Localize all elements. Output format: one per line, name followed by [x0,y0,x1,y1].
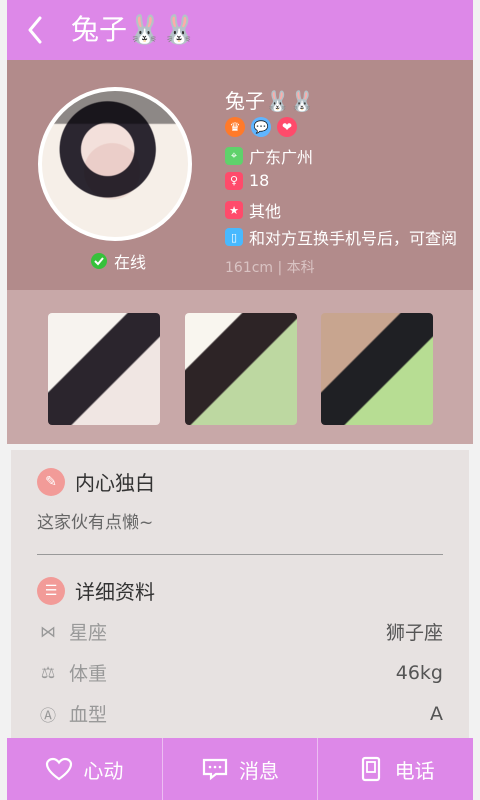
gallery-photo[interactable] [48,313,160,425]
profile-name: 兔子🐰🐰 [225,89,315,113]
check-icon [91,253,107,269]
list-icon: ☰ [37,576,65,605]
gallery-photo[interactable] [321,313,433,425]
weight-row: ⚖ 体重 46kg [37,659,443,686]
top-bar: 兔子🐰🐰 [7,0,473,60]
online-status: 在线 [91,249,146,273]
section-divider [37,554,443,555]
detailed-info-title: 详细资料 [75,580,155,604]
constellation-value: 狮子座 [385,622,443,644]
heart-outline-icon [45,755,73,783]
blood-type-label: 血型 [69,704,108,726]
badge-row: ♛ 💬 ❤ [225,117,297,137]
phone-button[interactable]: 电话 [317,738,473,800]
back-icon [28,16,42,44]
profile-card: 在线 兔子🐰🐰 ♛ 💬 ❤ ⌖ 广东广州 ♀ 18 ★ 其他 ▯ 和对方互换手机… [7,60,473,290]
chat-bubble-icon: 💬 [251,117,271,137]
message-label: 消息 [239,758,279,783]
page-title: 兔子🐰🐰 [71,13,197,46]
female-icon: ♀ [225,171,243,190]
age-row: ♀ 18 [225,171,269,190]
height-education: 161cm | 本科 [225,260,315,276]
blood-type-value: A [430,702,443,725]
app-screen: 兔子🐰🐰 在线 兔子🐰🐰 ♛ 💬 ❤ ⌖ 广东广州 ♀ 18 ★ 其他 ▯ 和对… [0,0,480,800]
phone-note-row: ▯ 和对方互换手机号后，可查阅 [225,225,457,249]
star-icon: ★ [225,201,243,219]
details-panel: ✎ 内心独白 这家伙有点懒~ ☰ 详细资料 ⋈ 星座 狮子座 ⚖ 体重 46kg… [11,450,469,738]
phone-label: 电话 [394,758,435,783]
message-button[interactable]: 消息 [161,738,318,800]
blood-type-icon: Ⓐ [39,705,56,725]
inner-monologue-heading: ✎ 内心独白 [37,467,155,496]
location-row: ⌖ 广东广州 [225,144,313,168]
heart-label: 心动 [83,758,124,783]
age-text: 18 [249,171,270,190]
share-icon: ⋈ [40,622,56,641]
phone-icon [357,755,385,783]
phone-icon: ▯ [225,228,243,246]
blood-type-row: Ⓐ 血型 A [37,700,443,727]
weight-value: 46kg [395,661,443,684]
scale-icon: ⚖ [40,663,56,682]
online-label: 在线 [114,253,147,272]
crown-icon: ♛ [225,117,245,137]
inner-monologue-text: 这家伙有点懒~ [37,513,154,533]
inner-monologue-title: 内心独白 [75,471,155,495]
edit-icon: ✎ [37,467,65,496]
other-text: 其他 [249,202,282,221]
detailed-info-heading: ☰ 详细资料 [37,576,155,605]
avatar[interactable] [38,87,192,241]
constellation-label: 星座 [69,622,108,644]
other-row: ★ 其他 [225,198,281,222]
photo-gallery [7,290,473,444]
heart-icon: ❤ [277,117,297,137]
phone-note-text: 和对方互换手机号后，可查阅 [249,229,458,248]
back-button[interactable] [23,16,47,44]
heart-button[interactable]: 心动 [7,738,162,800]
location-pin-icon: ⌖ [225,147,243,165]
gallery-photo[interactable] [185,313,297,425]
bottom-action-bar: 心动 消息 电话 [7,738,473,800]
location-text: 广东广州 [249,148,314,167]
weight-label: 体重 [69,663,108,685]
message-icon [201,755,229,783]
constellation-row: ⋈ 星座 狮子座 [37,618,443,645]
